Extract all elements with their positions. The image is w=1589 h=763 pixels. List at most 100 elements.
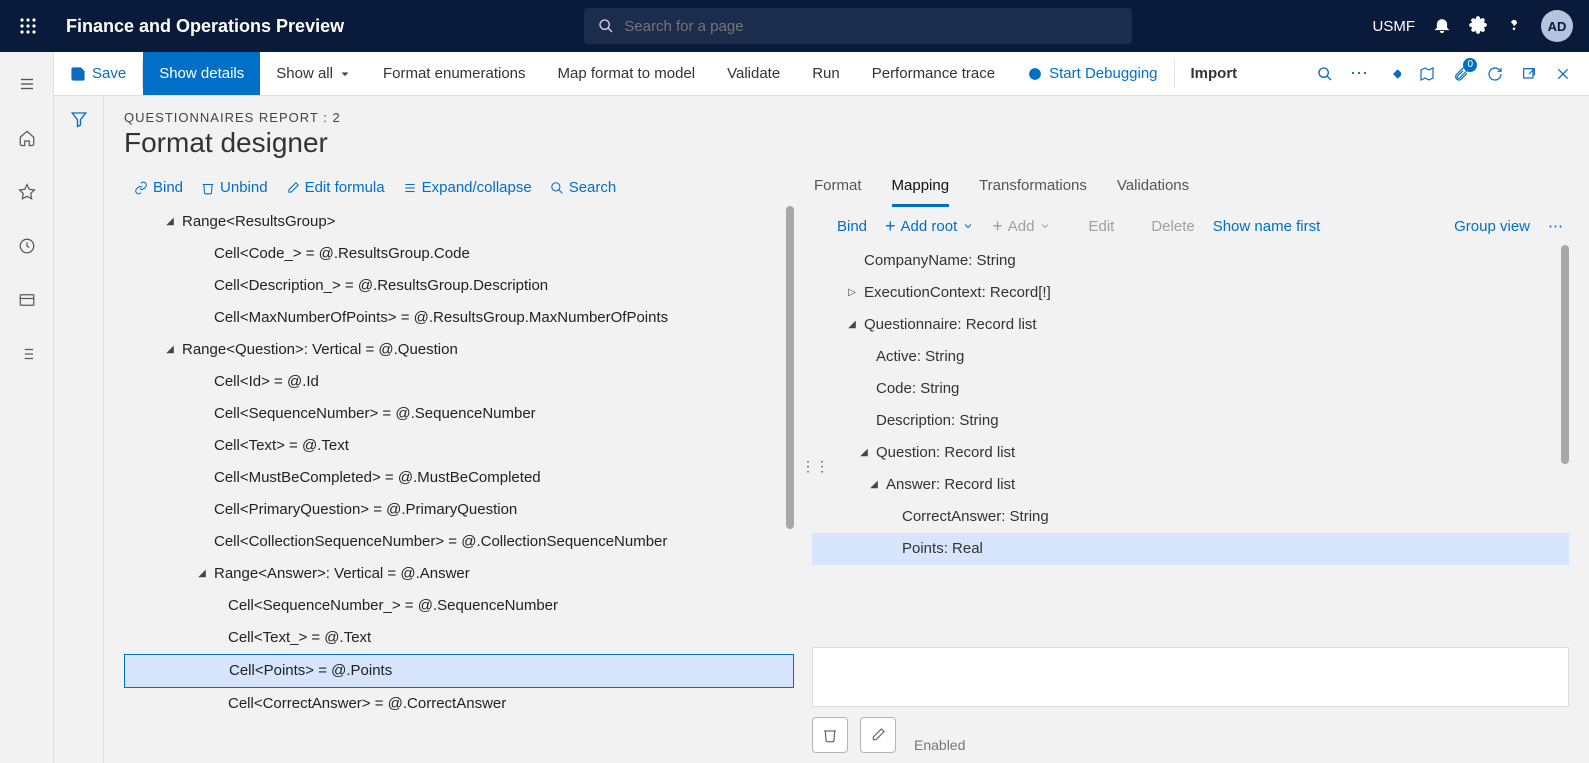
format-tree-item[interactable]: Cell<Id> = @.Id: [124, 366, 794, 398]
company-label[interactable]: USMF: [1373, 18, 1416, 35]
favorites-icon[interactable]: [15, 180, 39, 204]
save-icon: [70, 66, 86, 82]
mapping-tree-scrollbar[interactable]: [1561, 245, 1569, 464]
page-title: Format designer: [124, 127, 1589, 159]
mapping-tree-item[interactable]: Code: String: [812, 373, 1569, 405]
run-button[interactable]: Run: [796, 52, 856, 95]
format-tree-pane: Bind Unbind Edit formula Expand/collapse…: [124, 173, 794, 763]
app-launcher-icon[interactable]: [10, 8, 46, 44]
help-icon[interactable]: [1505, 16, 1523, 37]
attachments-icon[interactable]: 0: [1449, 62, 1473, 86]
chevron-down-icon: [962, 220, 974, 232]
mapping-tree-item[interactable]: CorrectAnswer: String: [812, 501, 1569, 533]
format-tree[interactable]: ◢Range<ResultsGroup>Cell<Code_> = @.Resu…: [124, 206, 794, 720]
format-tree-item[interactable]: Cell<MustBeCompleted> = @.MustBeComplete…: [124, 462, 794, 494]
format-tree-item[interactable]: Cell<SequenceNumber> = @.SequenceNumber: [124, 398, 794, 430]
recent-icon[interactable]: [15, 234, 39, 258]
popout-icon[interactable]: [1517, 62, 1541, 86]
app-title: Finance and Operations Preview: [66, 16, 344, 37]
global-search[interactable]: [584, 8, 1132, 44]
format-tree-item[interactable]: Cell<PrimaryQuestion> = @.PrimaryQuestio…: [124, 494, 794, 526]
mapping-tree-item[interactable]: Description: String: [812, 405, 1569, 437]
performance-trace-button[interactable]: Performance trace: [856, 52, 1011, 95]
add-button[interactable]: +Add: [992, 218, 1051, 235]
search-cmd-icon[interactable]: [1313, 62, 1337, 86]
map-icon[interactable]: [1415, 62, 1439, 86]
home-icon[interactable]: [15, 126, 39, 150]
show-name-first-button[interactable]: Show name first: [1213, 218, 1321, 235]
tab-format[interactable]: Format: [814, 173, 862, 207]
show-details-button[interactable]: Show details: [143, 52, 260, 95]
expand-collapse-button[interactable]: Expand/collapse: [403, 179, 532, 196]
diamond-icon[interactable]: [1381, 62, 1405, 86]
format-tree-item[interactable]: ◢Range<Answer>: Vertical = @.Answer: [124, 558, 794, 590]
format-tree-item[interactable]: Cell<Text_> = @.Text: [124, 622, 794, 654]
search-icon: [598, 18, 614, 34]
mapping-tabs: Format Mapping Transformations Validatio…: [812, 173, 1569, 207]
mapping-tree-item[interactable]: ◢Question: Record list: [812, 437, 1569, 469]
format-tree-item[interactable]: ◢Range<ResultsGroup>: [124, 206, 794, 238]
delete-button[interactable]: Delete: [1132, 218, 1194, 235]
format-tree-item[interactable]: Cell<Description_> = @.ResultsGroup.Desc…: [124, 270, 794, 302]
show-all-button[interactable]: Show all: [260, 52, 367, 95]
start-debugging-button[interactable]: Start Debugging: [1011, 52, 1173, 95]
chevron-down-icon: [339, 68, 351, 80]
tab-transformations[interactable]: Transformations: [979, 173, 1087, 207]
formula-textbox[interactable]: [812, 647, 1569, 707]
format-enumerations-button[interactable]: Format enumerations: [367, 52, 542, 95]
format-tree-scrollbar[interactable]: [786, 206, 794, 529]
filter-column: [54, 96, 104, 763]
pane-divider[interactable]: ⋮⋮: [794, 173, 812, 763]
map-format-button[interactable]: Map format to model: [542, 52, 712, 95]
tab-mapping[interactable]: Mapping: [892, 173, 950, 207]
notifications-icon[interactable]: [1433, 16, 1451, 37]
tree-search-button[interactable]: Search: [550, 179, 617, 196]
format-tree-item[interactable]: Cell<CollectionSequenceNumber> = @.Colle…: [124, 526, 794, 558]
mapping-tree-item[interactable]: Active: String: [812, 341, 1569, 373]
add-root-button[interactable]: +Add root: [885, 218, 974, 235]
tab-validations[interactable]: Validations: [1117, 173, 1189, 207]
workspaces-icon[interactable]: [15, 288, 39, 312]
command-bar-right: ⋯ 0: [1313, 52, 1589, 95]
mapping-tree[interactable]: CompanyName: String▷ExecutionContext: Re…: [812, 245, 1569, 565]
format-tree-item[interactable]: Cell<Points> = @.Points: [124, 654, 794, 688]
format-tree-item[interactable]: Cell<MaxNumberOfPoints> = @.ResultsGroup…: [124, 302, 794, 334]
filter-icon[interactable]: [70, 110, 88, 763]
debug-icon: [1027, 66, 1043, 82]
edit-button[interactable]: Edit: [1069, 218, 1114, 235]
save-button[interactable]: Save: [54, 52, 142, 95]
edit-formula-button2[interactable]: [860, 717, 896, 753]
modules-icon[interactable]: [15, 342, 39, 366]
edit-formula-button[interactable]: Edit formula: [286, 179, 385, 196]
bind-button[interactable]: Bind: [134, 179, 183, 196]
mapping-pane: Format Mapping Transformations Validatio…: [812, 173, 1589, 763]
hamburger-icon[interactable]: [15, 72, 39, 96]
mapping-tree-item[interactable]: CompanyName: String: [812, 245, 1569, 277]
search-input[interactable]: [624, 18, 1118, 35]
top-bar: Finance and Operations Preview USMF AD: [0, 0, 1589, 52]
mapping-tree-item[interactable]: Points: Real: [812, 533, 1569, 565]
delete-formula-button[interactable]: [812, 717, 848, 753]
left-rail: [0, 52, 54, 763]
enabled-label: Enabled: [914, 737, 965, 753]
map-bind-button[interactable]: Bind: [818, 218, 867, 235]
group-view-button[interactable]: Group view: [1454, 218, 1530, 235]
format-tree-item[interactable]: ◢Range<Question>: Vertical = @.Question: [124, 334, 794, 366]
close-icon[interactable]: [1551, 62, 1575, 86]
unbind-button[interactable]: Unbind: [201, 179, 268, 196]
format-tree-item[interactable]: Cell<CorrectAnswer> = @.CorrectAnswer: [124, 688, 794, 720]
format-tree-item[interactable]: Cell<Code_> = @.ResultsGroup.Code: [124, 238, 794, 270]
mapping-tree-item[interactable]: ▷ExecutionContext: Record[!]: [812, 277, 1569, 309]
more-cmd-icon[interactable]: ⋯: [1347, 62, 1371, 86]
avatar[interactable]: AD: [1541, 10, 1573, 42]
command-bar: Save Show details Show all Format enumer…: [54, 52, 1589, 96]
mapping-tree-item[interactable]: ◢Answer: Record list: [812, 469, 1569, 501]
format-tree-item[interactable]: Cell<Text> = @.Text: [124, 430, 794, 462]
settings-icon[interactable]: [1469, 16, 1487, 37]
mapping-more-icon[interactable]: ⋯: [1548, 217, 1563, 235]
mapping-tree-item[interactable]: ◢Questionnaire: Record list: [812, 309, 1569, 341]
refresh-icon[interactable]: [1483, 62, 1507, 86]
format-tree-item[interactable]: Cell<SequenceNumber_> = @.SequenceNumber: [124, 590, 794, 622]
import-button[interactable]: Import: [1175, 52, 1254, 95]
validate-button[interactable]: Validate: [711, 52, 796, 95]
